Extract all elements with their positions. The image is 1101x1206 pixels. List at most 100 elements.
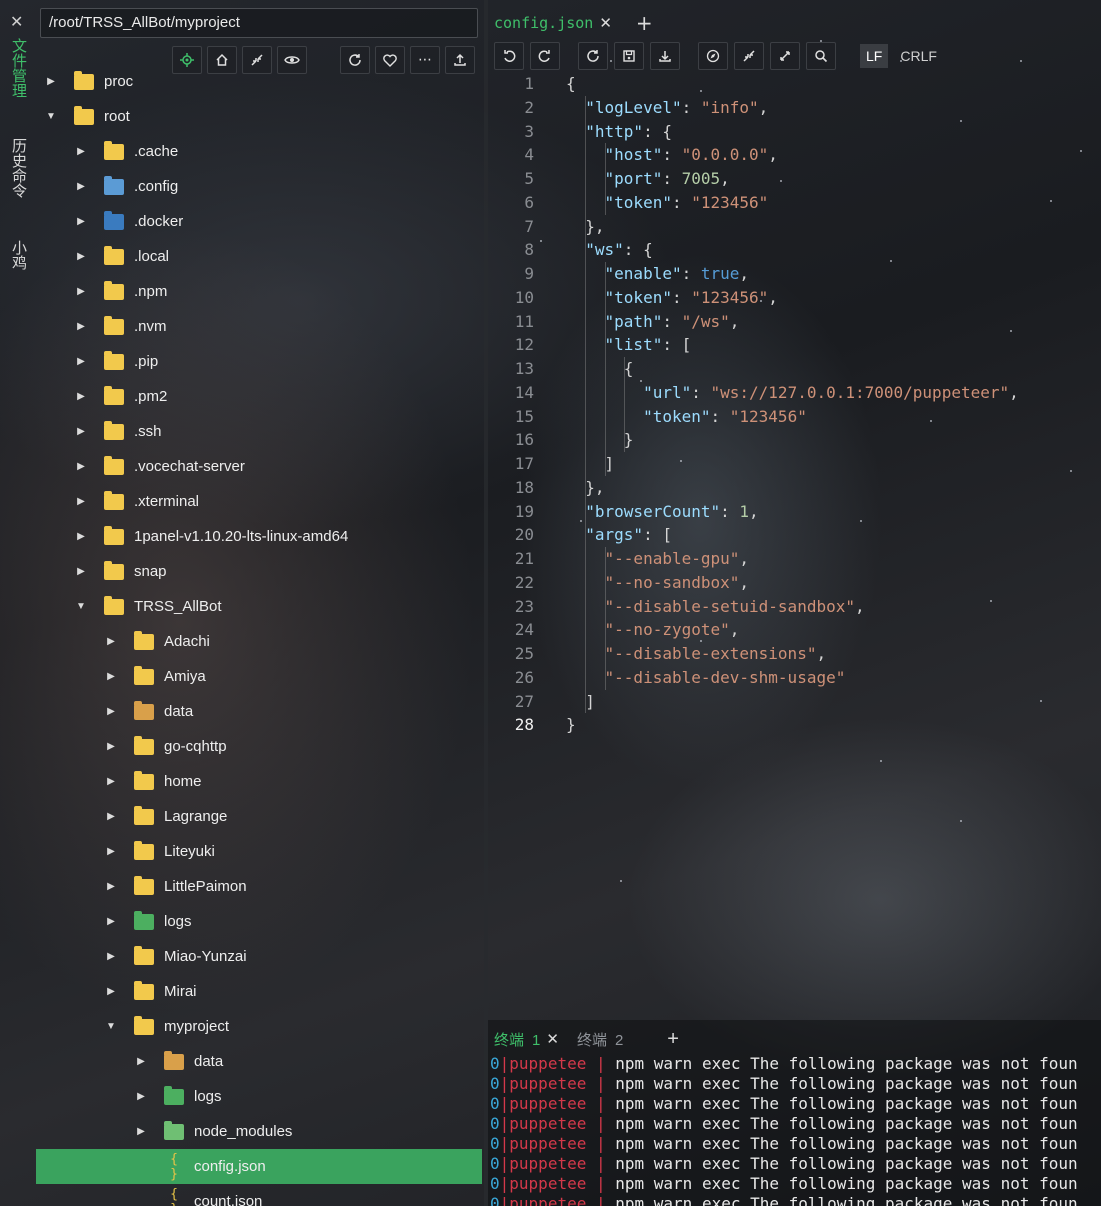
tree-item[interactable]: ▶ .ssh [36, 414, 482, 449]
tree-item[interactable]: ▶ LittlePaimon [36, 869, 482, 904]
tab-chick[interactable]: 小鸡 [8, 240, 28, 270]
tree-item[interactable]: ▶ Adachi [36, 624, 482, 659]
chevron-right-icon[interactable]: ▶ [74, 391, 88, 402]
tree-item[interactable]: ▶ 1panel-v1.10.20-lts-linux-amd64 [36, 519, 482, 554]
chevron-right-icon[interactable]: ▶ [104, 776, 118, 787]
code-text: "token": "123456", [604, 287, 778, 307]
tree-item[interactable]: ▶ Lagrange [36, 799, 482, 834]
folder-icon [134, 770, 154, 790]
tree-item[interactable]: ▶ snap [36, 554, 482, 589]
tree-item[interactable]: ▶ node_modules [36, 1114, 482, 1149]
chevron-right-icon[interactable]: ▶ [134, 1056, 148, 1067]
save-icon[interactable] [614, 42, 644, 70]
chevron-right-icon[interactable]: ▶ [104, 951, 118, 962]
add-tab-icon[interactable]: + [636, 11, 653, 35]
tree-item[interactable]: ▶ Amiya [36, 659, 482, 694]
tree-item[interactable]: ▶ logs [36, 904, 482, 939]
collapse-icon[interactable] [734, 42, 764, 70]
chevron-right-icon[interactable]: ▶ [74, 566, 88, 577]
tree-item[interactable]: ▶ go-cqhttp [36, 729, 482, 764]
tree-item[interactable]: ▶ .pm2 [36, 379, 482, 414]
chevron-right-icon[interactable]: ▶ [104, 881, 118, 892]
eol-lf-option[interactable]: LF [860, 44, 889, 68]
chevron-right-icon[interactable]: ▶ [104, 846, 118, 857]
chevron-right-icon[interactable]: ▶ [74, 216, 88, 227]
tree-item[interactable]: ▶ data [36, 694, 482, 729]
path-input[interactable]: /root/TRSS_AllBot/myproject [40, 8, 478, 38]
chevron-right-icon[interactable]: ▶ [104, 741, 118, 752]
tree-item[interactable]: ▶ proc [36, 64, 482, 99]
tree-item[interactable]: ▶ .docker [36, 204, 482, 239]
tree-item[interactable]: ▶ .local [36, 239, 482, 274]
chevron-right-icon[interactable]: ▶ [134, 1126, 148, 1137]
chevron-right-icon[interactable]: ▶ [104, 671, 118, 682]
undo-icon[interactable] [494, 42, 524, 70]
chevron-right-icon[interactable]: ▶ [74, 146, 88, 157]
chevron-down-icon[interactable]: ▼ [74, 601, 88, 612]
compass-icon[interactable] [698, 42, 728, 70]
chevron-right-icon[interactable]: ▶ [74, 531, 88, 542]
tree-item[interactable]: ▶ .pip [36, 344, 482, 379]
chevron-right-icon[interactable]: ▶ [104, 706, 118, 717]
refresh-icon[interactable] [578, 42, 608, 70]
chevron-right-icon[interactable]: ▶ [104, 811, 118, 822]
chevron-right-icon[interactable]: ▶ [74, 181, 88, 192]
tree-item[interactable]: ▶ Mirai [36, 974, 482, 1009]
terminal-tab-2[interactable]: 终端 2 [577, 1029, 623, 1050]
code-text: "token": "123456" [604, 192, 769, 212]
tree-item[interactable]: ▶ home [36, 764, 482, 799]
download-icon[interactable] [650, 42, 680, 70]
tree-item[interactable]: ▶ .config [36, 169, 482, 204]
tree-item[interactable]: ▼ myproject [36, 1009, 482, 1044]
tree-item[interactable]: { } config.json [36, 1149, 482, 1184]
search-icon[interactable] [806, 42, 836, 70]
chevron-right-icon[interactable]: ▶ [74, 461, 88, 472]
tree-item[interactable]: ▶ Miao-Yunzai [36, 939, 482, 974]
folder-icon [104, 350, 124, 370]
close-icon[interactable]: ✕ [546, 1030, 559, 1048]
file-panel: /root/TRSS_AllBot/myproject ⋯ ▶ proc ▼ root… [36, 0, 484, 1206]
chevron-right-icon[interactable]: ▶ [74, 356, 88, 367]
chevron-right-icon[interactable]: ▶ [134, 1091, 148, 1102]
chevron-down-icon[interactable]: ▼ [104, 1021, 118, 1032]
tree-item[interactable]: ▶ .nvm [36, 309, 482, 344]
tree-item[interactable]: ▼ root [36, 99, 482, 134]
chevron-right-icon[interactable]: ▶ [104, 916, 118, 927]
tree-item-label: Amiya [164, 668, 206, 685]
expand-icon[interactable] [770, 42, 800, 70]
close-icon[interactable]: ✕ [10, 12, 23, 31]
chevron-right-icon[interactable]: ▶ [44, 76, 58, 87]
chevron-right-icon[interactable]: ▶ [74, 251, 88, 262]
tab-history-commands[interactable]: 历史命令 [8, 138, 28, 198]
chevron-right-icon[interactable]: ▶ [104, 986, 118, 997]
tree-item[interactable]: ▶ .xterminal [36, 484, 482, 519]
eol-crlf-option[interactable]: CRLF [894, 44, 943, 68]
folder-icon [104, 525, 124, 545]
chevron-right-icon[interactable]: ▶ [104, 636, 118, 647]
redo-icon[interactable] [530, 42, 560, 70]
tree-item[interactable]: ▶ logs [36, 1079, 482, 1114]
tab-file-manager[interactable]: 文件管理 [8, 38, 28, 98]
chevron-right-icon[interactable]: ▶ [74, 286, 88, 297]
chevron-right-icon[interactable]: ▶ [74, 426, 88, 437]
chevron-right-icon[interactable]: ▶ [74, 496, 88, 507]
code-line: 12 "list": [ [488, 333, 1101, 357]
chevron-right-icon[interactable]: ▶ [74, 321, 88, 332]
tree-item[interactable]: { } count.json [36, 1184, 482, 1206]
tree-item[interactable]: ▶ .npm [36, 274, 482, 309]
process-name: puppetee [509, 1134, 587, 1153]
terminal-tab-1[interactable]: 终端 1 [494, 1029, 540, 1050]
tree-item[interactable]: ▶ .cache [36, 134, 482, 169]
chevron-down-icon[interactable]: ▼ [44, 111, 58, 122]
tree-item[interactable]: ▼ TRSS_AllBot [36, 589, 482, 624]
line-number: 19 [514, 501, 534, 521]
process-id: 0 [490, 1134, 500, 1153]
tree-item[interactable]: ▶ Liteyuki [36, 834, 482, 869]
process-id: 0 [490, 1054, 500, 1073]
tree-item[interactable]: ▶ data [36, 1044, 482, 1079]
add-terminal-icon[interactable]: + [667, 1028, 679, 1051]
close-icon[interactable]: ✕ [599, 14, 612, 32]
tab-config-json[interactable]: config.json [494, 14, 593, 32]
tree-item[interactable]: ▶ .vocechat-server [36, 449, 482, 484]
code-text: "--disable-setuid-sandbox", [604, 596, 865, 616]
